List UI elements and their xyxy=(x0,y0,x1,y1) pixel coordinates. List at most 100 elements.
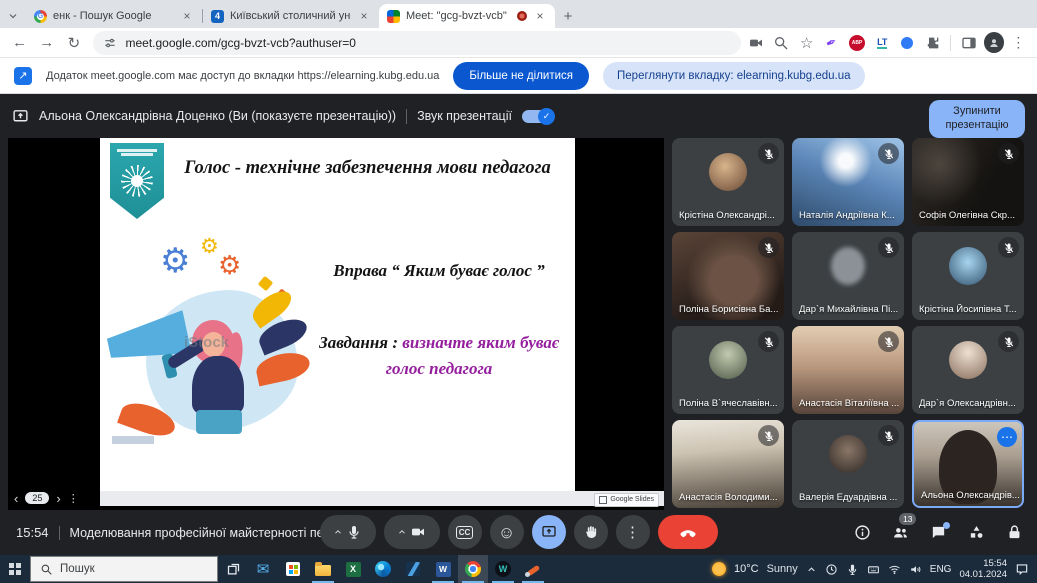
tab-search-button[interactable] xyxy=(0,4,26,28)
tray-clock-icon[interactable] xyxy=(825,563,838,576)
taskbar-paint[interactable] xyxy=(518,555,548,583)
reload-button[interactable]: ↻ xyxy=(62,34,85,52)
taskbar-search-box[interactable]: Пошук xyxy=(30,556,218,582)
activities-button[interactable] xyxy=(968,524,985,541)
info-icon xyxy=(854,524,871,541)
wifi-icon[interactable] xyxy=(888,563,901,576)
bookmark-star-icon[interactable]: ☆ xyxy=(796,32,817,54)
clock-date[interactable]: 15:54 04.01.2024 xyxy=(959,558,1007,581)
tray-chevron-icon[interactable] xyxy=(806,564,817,575)
header-divider xyxy=(406,109,407,124)
participant-tile[interactable]: Софія Олегівна Скр... xyxy=(912,138,1024,226)
mic-button[interactable] xyxy=(320,515,376,549)
new-tab-button[interactable]: + xyxy=(555,4,581,28)
previous-slide-button[interactable]: ‹ xyxy=(14,491,18,506)
host-controls-button[interactable] xyxy=(1006,524,1023,541)
participant-tile[interactable]: Поліна Борисівна Ба... xyxy=(672,232,784,320)
edge-icon xyxy=(375,561,391,577)
participant-tile[interactable]: Дар`я Олександрівн... xyxy=(912,326,1024,414)
participants-button[interactable]: 13 xyxy=(892,524,909,541)
taskbar-edge[interactable] xyxy=(368,555,398,583)
action-center-icon[interactable] xyxy=(1015,562,1029,576)
tray-keyboard-icon[interactable] xyxy=(867,563,880,576)
reactions-button[interactable]: ☺ xyxy=(490,515,524,549)
start-button[interactable] xyxy=(0,555,30,583)
search-placeholder: Пошук xyxy=(60,563,95,575)
extension-blue-icon[interactable] xyxy=(897,32,918,54)
participant-name: Поліна В`ячеславівн... xyxy=(679,398,778,409)
more-options-button[interactable]: ⋮ xyxy=(616,515,650,549)
extension-languagetool-icon[interactable]: LT xyxy=(872,32,893,54)
volume-icon[interactable] xyxy=(909,563,922,576)
participant-tile[interactable]: Анастасія Володими... xyxy=(672,420,784,508)
weather-temperature[interactable]: 10°C xyxy=(734,563,759,575)
view-tab-button[interactable]: Переглянути вкладку: elearning.kubg.edu.… xyxy=(603,62,865,90)
participant-tile[interactable]: Валерія Едуардівна ... xyxy=(792,420,904,508)
extension-adblock-icon[interactable]: ABP xyxy=(846,32,867,54)
next-slide-button[interactable]: › xyxy=(56,491,60,506)
leave-call-button[interactable] xyxy=(658,515,718,549)
taskbar-chrome[interactable] xyxy=(458,555,488,583)
taskbar-webex[interactable]: W xyxy=(488,555,518,583)
mic-muted-icon xyxy=(878,331,899,352)
back-button[interactable]: ← xyxy=(8,34,31,51)
taskbar-excel[interactable]: X xyxy=(338,555,368,583)
participant-tile[interactable]: Крістіна Йосипівна Т... xyxy=(912,232,1024,320)
taskbar-word[interactable]: W xyxy=(428,555,458,583)
watermark: iStock xyxy=(184,334,229,351)
taskbar-store[interactable] xyxy=(278,555,308,583)
taskbar-mail[interactable]: ✉ xyxy=(248,555,278,583)
avatar xyxy=(949,247,987,285)
participant-name: Анастасія Володими... xyxy=(679,492,778,503)
tile-options-button[interactable]: ⋯ xyxy=(997,427,1017,447)
weather-condition[interactable]: Sunny xyxy=(767,563,798,575)
present-button[interactable] xyxy=(532,515,566,549)
side-panel-icon[interactable] xyxy=(958,32,979,54)
language-indicator[interactable]: ENG xyxy=(930,564,952,575)
slide-menu-icon[interactable]: ⋮ xyxy=(68,492,79,505)
slide-exercise-text: Вправа “ Яким буває голос ” xyxy=(318,258,560,284)
participant-tile[interactable]: Наталія Андріївна К... xyxy=(792,138,904,226)
mic-muted-icon xyxy=(998,331,1019,352)
meeting-details-button[interactable] xyxy=(854,524,871,541)
google-slides-badge[interactable]: Google Slides xyxy=(594,493,659,507)
tray-mic-icon[interactable] xyxy=(846,563,859,576)
check-icon: ✓ xyxy=(543,111,551,122)
taskbar-app-dark[interactable] xyxy=(398,555,428,583)
participant-tile[interactable]: Дар`я Михайлівна Пі... xyxy=(792,232,904,320)
stop-presentation-button[interactable]: Зупинити презентацію xyxy=(929,100,1025,138)
close-icon[interactable]: × xyxy=(357,9,371,23)
participant-tile[interactable]: Анастасія Віталіївна ... xyxy=(792,326,904,414)
participant-tile[interactable]: Поліна В`ячеславівн... xyxy=(672,326,784,414)
raise-hand-button[interactable] xyxy=(574,515,608,549)
site-settings-icon[interactable] xyxy=(103,36,117,50)
camera-button[interactable] xyxy=(384,515,440,549)
forward-button[interactable]: → xyxy=(35,34,58,51)
profile-avatar[interactable] xyxy=(984,32,1004,53)
stop-sharing-button[interactable]: Більше не ділитися xyxy=(453,62,589,90)
mail-icon: ✉ xyxy=(257,560,270,578)
self-view-tile[interactable]: ⋯ Альона Олександрів... xyxy=(912,420,1024,508)
tab-university[interactable]: 4 Київський столичний універс... × xyxy=(203,4,379,28)
address-bar[interactable]: meet.google.com/gcg-bvzt-vcb?authuser=0 xyxy=(93,31,741,55)
taskbar-file-explorer[interactable] xyxy=(308,555,338,583)
gear-icon: ⚙ xyxy=(200,236,219,257)
presentation-sound-toggle[interactable]: ✓ xyxy=(522,110,554,123)
zoom-icon[interactable] xyxy=(771,32,792,54)
present-icon xyxy=(541,524,557,540)
close-icon[interactable]: × xyxy=(533,9,547,23)
camera-icon xyxy=(410,524,426,540)
extension-pen-icon[interactable]: ✒ xyxy=(821,32,842,54)
participant-name: Валерія Едуардівна ... xyxy=(799,492,897,503)
participant-name: Дар`я Михайлівна Пі... xyxy=(799,304,898,315)
tab-meet-active[interactable]: Meet: "gcg-bvzt-vcb" × xyxy=(379,4,555,28)
close-icon[interactable]: × xyxy=(180,9,194,23)
tab-capture-icon[interactable] xyxy=(745,32,766,54)
task-view-button[interactable] xyxy=(218,555,248,583)
extensions-puzzle-icon[interactable] xyxy=(922,32,943,54)
browser-menu-icon[interactable]: ⋮ xyxy=(1008,32,1029,54)
participant-tile[interactable]: Крістіна Олександрі... xyxy=(672,138,784,226)
tab-google-search[interactable]: G енк - Пошук Google × xyxy=(26,4,202,28)
chat-button[interactable] xyxy=(930,524,947,541)
captions-button[interactable]: CC xyxy=(448,515,482,549)
